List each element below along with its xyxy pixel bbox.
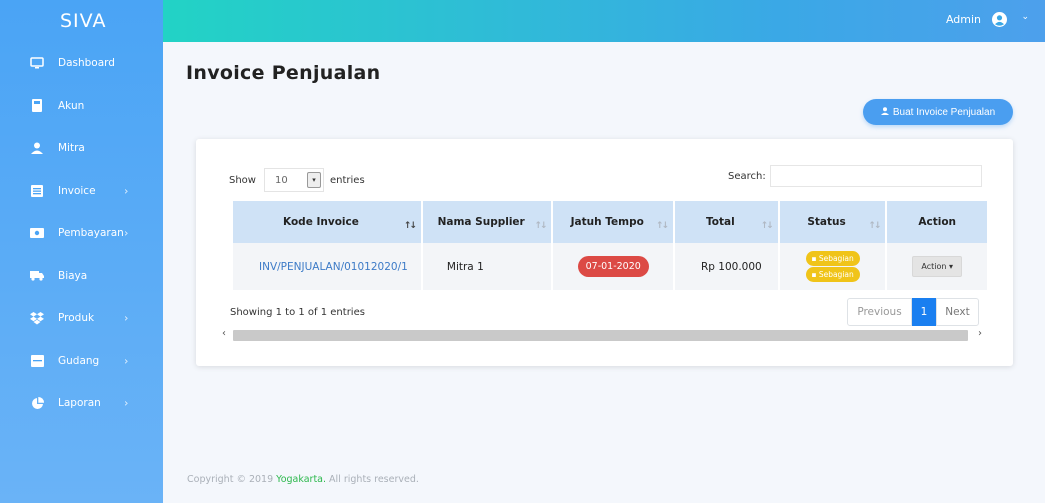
sidebar-item-mitra[interactable]: Mitra <box>0 127 163 170</box>
action-dropdown-button[interactable]: Action ▾ <box>912 256 962 277</box>
sort-icon: ↑↓ <box>534 221 547 231</box>
sidebar-item-label: Biaya <box>58 269 88 282</box>
sidebar-item-invoice[interactable]: Invoice › <box>0 170 163 213</box>
chevron-right-icon: › <box>124 396 129 410</box>
footer: Copyright © 2019 Yogakarta. All rights r… <box>187 474 419 485</box>
search-input[interactable] <box>769 165 982 187</box>
dropbox-icon <box>30 311 44 325</box>
sidebar-item-dashboard[interactable]: Dashboard <box>0 42 163 85</box>
sidebar: SIVA Dashboard Akun Mitra Invoice › Pemb… <box>0 0 163 503</box>
column-header-action: Action <box>887 201 987 243</box>
pagination: Previous 1 Next <box>847 298 979 326</box>
column-header-total[interactable]: Total ↑↓ <box>675 201 778 243</box>
show-label: Show <box>229 174 256 186</box>
chevron-right-icon: › <box>124 311 129 325</box>
column-header-status[interactable]: Status ↑↓ <box>779 201 886 243</box>
cell-kode-invoice: INV/PENJUALAN/01012020/1 <box>233 243 421 290</box>
entries-value: 10 <box>274 174 288 186</box>
sidebar-item-label: Gudang <box>58 354 100 367</box>
due-date-badge: 07-01-2020 <box>577 256 649 277</box>
scroll-right-icon[interactable]: › <box>978 328 982 339</box>
footer-copyright: Copyright © 2019 <box>187 474 274 485</box>
sidebar-item-label: Laporan <box>58 397 101 410</box>
scrollbar-thumb[interactable] <box>233 330 968 341</box>
sidebar-item-pembayaran[interactable]: Pembayaran › <box>0 212 163 255</box>
money-icon: ▪ <box>811 254 817 263</box>
cell-jatuh-tempo: 07-01-2020 <box>553 243 673 290</box>
caret-down-icon: ▾ <box>948 262 953 271</box>
sidebar-item-label: Akun <box>58 99 85 112</box>
sort-icon: ↑↓ <box>760 221 774 231</box>
table-info: Showing 1 to 1 of 1 entries <box>230 307 365 318</box>
chevron-down-icon[interactable]: ▾ <box>306 172 321 188</box>
column-header-kode-invoice[interactable]: Kode Invoice ↑↓ <box>233 201 421 243</box>
invoice-table: Kode Invoice ↑↓ Nama Supplier ↑↓ Jatuh T… <box>231 201 989 290</box>
table-row: INV/PENJUALAN/01012020/1 Mitra 1 07-01-2… <box>233 243 987 290</box>
user-icon <box>30 141 44 155</box>
sort-icon: ↑↓ <box>868 221 881 231</box>
horizontal-scrollbar[interactable]: ‹ › <box>220 328 990 342</box>
user-plus-icon <box>880 107 889 117</box>
sidebar-item-produk[interactable]: Produk › <box>0 297 163 340</box>
brand-logo[interactable]: SIVA <box>0 0 163 42</box>
sidebar-item-label: Dashboard <box>58 57 115 70</box>
search-control: Search: <box>728 165 982 187</box>
previous-page-button[interactable]: Previous <box>847 298 912 326</box>
top-navbar: Admin ⌄ <box>163 0 1045 42</box>
truck-icon <box>30 269 44 283</box>
column-header-jatuh-tempo[interactable]: Jatuh Tempo ↑↓ <box>553 201 673 243</box>
calculator-icon <box>30 99 44 113</box>
sidebar-item-akun[interactable]: Akun <box>0 85 163 128</box>
column-header-nama-supplier[interactable]: Nama Supplier ↑↓ <box>422 201 552 243</box>
chevron-right-icon: › <box>124 184 129 198</box>
sort-icon: ↑↓ <box>655 221 669 231</box>
truck-icon: ▪ <box>811 270 817 279</box>
sort-icon: ↑↓ <box>403 221 417 231</box>
page-button-1[interactable]: 1 <box>912 298 936 326</box>
page-title: Invoice Penjualan <box>186 62 381 84</box>
sidebar-item-biaya[interactable]: Biaya <box>0 255 163 298</box>
entries-label: entries <box>329 174 365 186</box>
cell-status: ▪ Sebagian ▪ Sebagian <box>779 243 886 290</box>
sidebar-item-label: Pembayaran <box>58 227 124 240</box>
warehouse-icon <box>30 354 44 368</box>
status-badge: ▪ Sebagian <box>805 267 860 282</box>
chevron-right-icon: › <box>124 354 129 368</box>
sidebar-item-gudang[interactable]: Gudang › <box>0 340 163 383</box>
list-icon <box>30 184 44 198</box>
footer-brand-link[interactable]: Yogakarta. <box>276 474 326 485</box>
cell-total: Rp 100.000 <box>675 243 778 290</box>
sidebar-nav: Dashboard Akun Mitra Invoice › Pembayara… <box>0 42 163 425</box>
user-circle-icon[interactable] <box>992 12 1007 27</box>
chevron-down-icon[interactable]: ⌄ <box>1021 12 1029 22</box>
money-icon <box>30 226 44 240</box>
status-badge: ▪ Sebagian <box>805 251 860 266</box>
sidebar-item-label: Invoice <box>58 184 96 197</box>
table-header-row: Kode Invoice ↑↓ Nama Supplier ↑↓ Jatuh T… <box>233 201 987 243</box>
footer-rights: All rights reserved. <box>329 474 419 485</box>
pie-chart-icon <box>30 396 44 410</box>
monitor-icon <box>30 56 44 70</box>
cell-nama-supplier: Mitra 1 <box>422 243 552 290</box>
entries-length-control: Show 10 ▾ entries <box>229 168 365 192</box>
chevron-right-icon: › <box>124 226 129 240</box>
cell-action: Action ▾ <box>887 243 987 290</box>
scroll-left-icon[interactable]: ‹ <box>222 328 226 339</box>
invoice-link[interactable]: INV/PENJUALAN/01012020/1 <box>259 261 408 273</box>
invoice-table-card: Show 10 ▾ entries Search: Kode Invoice ↑… <box>196 139 1013 366</box>
sidebar-item-label: Produk <box>58 312 95 325</box>
entries-select[interactable]: 10 ▾ <box>263 168 324 192</box>
next-page-button[interactable]: Next <box>936 298 979 326</box>
sidebar-item-label: Mitra <box>58 142 85 155</box>
create-invoice-label: Buat Invoice Penjualan <box>892 106 996 118</box>
search-label: Search: <box>728 170 766 182</box>
create-invoice-button[interactable]: Buat Invoice Penjualan <box>863 99 1013 125</box>
sidebar-item-laporan[interactable]: Laporan › <box>0 382 163 425</box>
user-name[interactable]: Admin <box>946 13 981 26</box>
